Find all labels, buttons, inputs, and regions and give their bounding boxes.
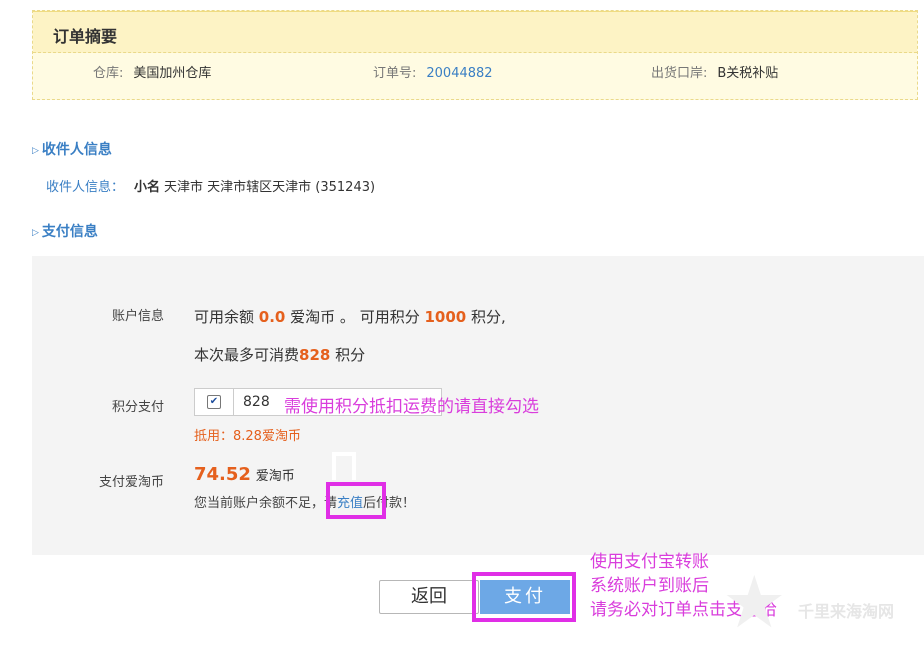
pay-unit: 爱淘币 (255, 469, 295, 484)
warehouse-info: 仓库: 美国加州仓库 (93, 62, 211, 81)
pay-amount: 74.52 (194, 464, 251, 485)
points-tip-annotation: 需使用积分抵扣运费的请直接勾选 (284, 397, 539, 417)
back-button[interactable]: 返回 (379, 580, 479, 614)
receiver-name: 小名 (134, 180, 161, 195)
pay-coin-label: 支付爱淘币 (98, 475, 164, 490)
receiver-row: 收件人信息： 小名 天津市 天津市辖区天津市 (351243) (46, 176, 375, 195)
warehouse-value: 美国加州仓库 (133, 66, 212, 81)
points-checkbox[interactable]: ✔ (207, 395, 221, 409)
order-number-label: 订单号: (373, 66, 417, 81)
balance-value: 0.0 (258, 308, 286, 326)
warehouse-label: 仓库: (93, 66, 124, 81)
points-value: 1000 (424, 308, 467, 326)
triangle-right-icon: ▷ (32, 228, 39, 238)
payment-section-title: ▷ 支付信息 (32, 224, 98, 240)
recharge-highlight-box (326, 482, 386, 519)
points-checkbox-wrap[interactable]: ✔ (195, 389, 234, 415)
max-points-value: 828 (299, 346, 331, 364)
order-summary: 订单摘要 仓库: 美国加州仓库 订单号: 20044882 出货口岸: B关税补贴 (32, 10, 918, 100)
order-summary-title: 订单摘要 (53, 27, 118, 46)
port-label: 出货口岸: (651, 66, 708, 81)
receiver-address: 天津市 天津市辖区天津市 (351243) (164, 180, 376, 195)
order-summary-header: 订单摘要 (33, 11, 917, 53)
points-input[interactable]: 828 (243, 394, 270, 410)
receiver-label: 收件人信息： (46, 180, 125, 195)
points-pay-label: 积分支付 (111, 400, 164, 415)
port-info: 出货口岸: B关税补贴 (651, 62, 778, 81)
order-number-info: 订单号: 20044882 (373, 62, 493, 81)
pay-button[interactable]: 支付 (480, 580, 570, 614)
balance-line: 可用余额 0.0 爱淘币 。 可用积分 1000 积分, (194, 308, 506, 326)
account-info-label: 账户信息 (111, 309, 164, 324)
max-points-line: 本次最多可消费828 积分 (194, 346, 366, 364)
triangle-right-icon: ▷ (32, 146, 39, 156)
star-watermark-icon: ★ (722, 560, 787, 644)
order-number-value[interactable]: 20044882 (426, 66, 492, 81)
highlight-connector (332, 452, 356, 480)
receiver-section-title: ▷ 收件人信息 (32, 142, 112, 158)
pay-amount-line: 74.52 爱淘币 (194, 464, 295, 485)
watermark: 千里来海淘网 (798, 602, 895, 621)
deduct-text: 抵用：8.28爱淘币 (194, 429, 301, 444)
port-value: B关税补贴 (717, 66, 779, 81)
